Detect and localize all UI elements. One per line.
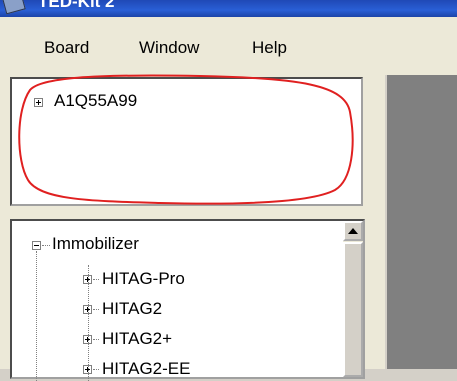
tree-line [93, 369, 99, 370]
annotation-ellipse [18, 74, 354, 205]
